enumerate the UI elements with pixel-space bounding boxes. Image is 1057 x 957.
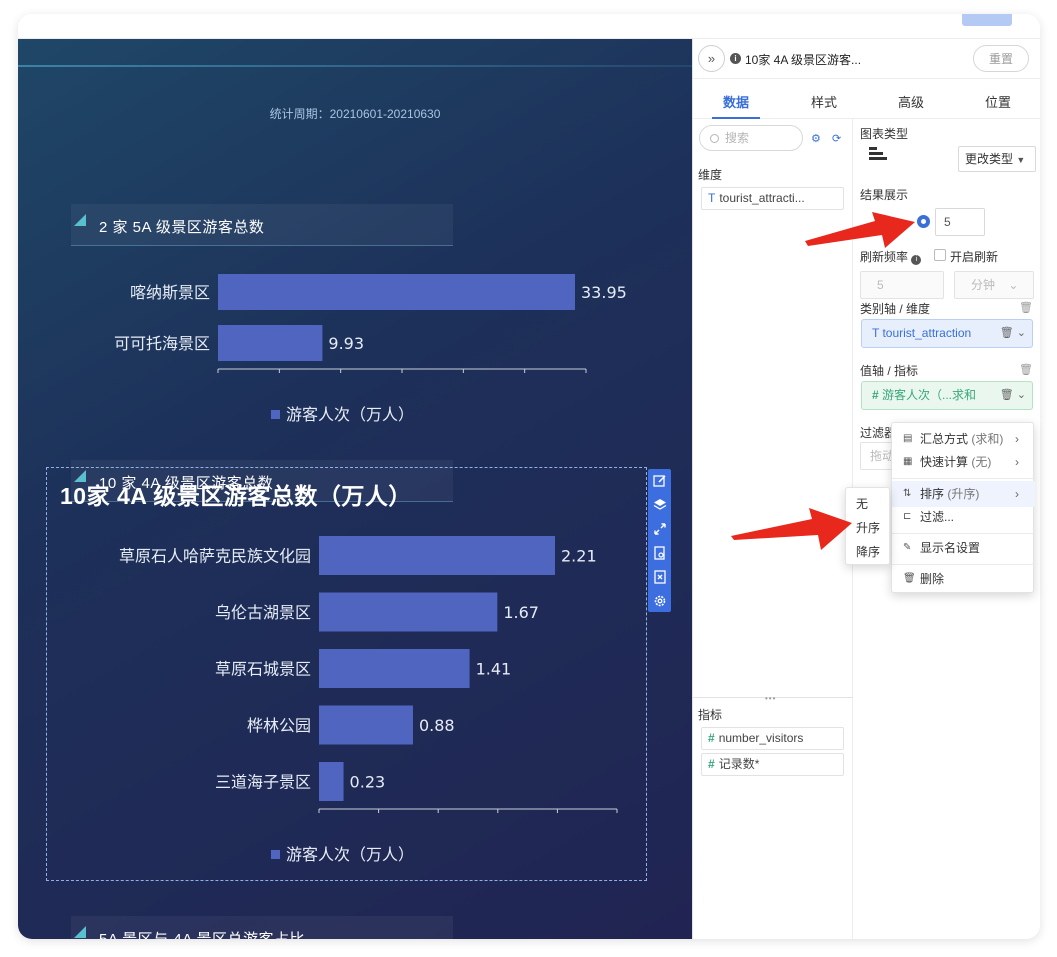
annotation-arrow [805,212,915,248]
annotation-arrow [731,508,852,550]
annotation-arrows [731,212,915,550]
